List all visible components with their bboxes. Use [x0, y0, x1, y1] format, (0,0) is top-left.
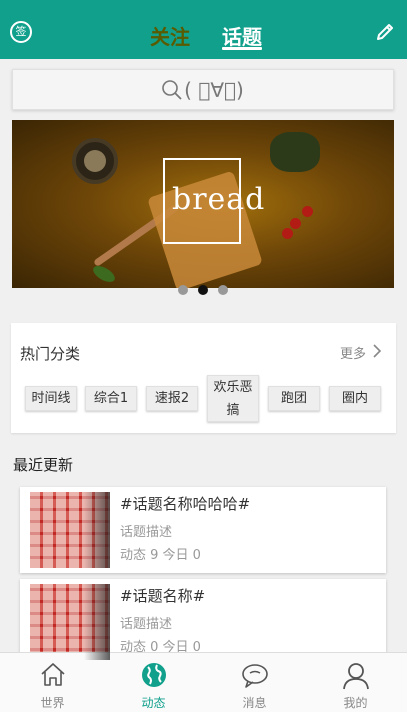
recent-updates-title: 最近更新 — [13, 456, 74, 474]
tomato — [290, 218, 301, 229]
topic-thumbnail — [30, 492, 110, 568]
bottom-nav: 世界 动态 消息 我的 — [0, 652, 407, 712]
top-bar: 签 关注 话题 — [0, 0, 407, 59]
home-icon — [41, 663, 65, 686]
pencil-icon[interactable] — [375, 22, 395, 42]
carousel-dot[interactable] — [218, 285, 228, 295]
person-icon — [343, 663, 369, 690]
nav-item-me[interactable]: 我的 — [305, 653, 406, 712]
carousel-dot-active[interactable] — [198, 285, 208, 295]
chat-icon — [242, 664, 268, 688]
nav-item-messages[interactable]: 消息 — [204, 653, 305, 712]
active-tab-indicator — [222, 47, 262, 50]
category-chip[interactable]: 圈内 — [329, 386, 381, 411]
tab-follow[interactable]: 关注 — [150, 21, 190, 50]
search-icon — [162, 79, 182, 100]
category-chip[interactable]: 速报2 — [146, 386, 198, 411]
chevron-right-icon[interactable] — [372, 343, 382, 359]
nav-item-world[interactable]: 世界 — [2, 653, 103, 712]
nav-label: 消息 — [242, 696, 267, 710]
category-chip[interactable]: 时间线 — [25, 386, 77, 411]
herb-decoration — [270, 132, 320, 172]
category-chip[interactable]: 综合1 — [85, 386, 137, 411]
topic-description: 话题描述 — [120, 525, 173, 540]
category-chip[interactable]: 跑团 — [268, 386, 320, 411]
nav-label: 世界 — [40, 696, 65, 710]
search-placeholder: ( ﾟ∀。) — [184, 77, 244, 102]
banner-word: bread — [172, 182, 266, 217]
leaf — [90, 262, 118, 286]
hot-categories-title: 热门分类 — [20, 345, 81, 363]
topic-name: #话题名称哈哈哈# — [120, 495, 251, 513]
search-bar[interactable]: ( ﾟ∀。) — [12, 69, 394, 110]
topic-name: #话题名称# — [120, 587, 206, 605]
nav-label: 动态 — [141, 696, 166, 710]
tomato — [302, 206, 313, 217]
hot-categories-panel: 热门分类 更多 时间线 综合1 速报2 欢乐恶搞 跑团 圈内 — [11, 323, 396, 433]
bowl-inner — [84, 150, 106, 172]
nav-item-feed[interactable]: 动态 — [103, 653, 204, 712]
topic-thumbnail — [30, 584, 110, 660]
topic-card[interactable]: #话题名称哈哈哈# 话题描述 动态 9 今日 0 — [20, 487, 386, 573]
banner-image[interactable]: bread — [12, 120, 394, 288]
sign-in-button[interactable]: 签 — [10, 21, 32, 43]
tab-topic[interactable]: 话题 — [222, 21, 262, 50]
nav-label: 我的 — [343, 696, 368, 710]
topic-stats: 动态 9 今日 0 — [120, 548, 201, 563]
category-chip[interactable]: 欢乐恶搞 — [207, 375, 259, 422]
globe-icon — [142, 663, 166, 687]
carousel-dot[interactable] — [178, 285, 188, 295]
more-link[interactable]: 更多 — [340, 343, 366, 362]
topic-description: 话题描述 — [120, 617, 173, 632]
carousel-indicator — [0, 285, 407, 297]
tomato — [282, 228, 293, 239]
